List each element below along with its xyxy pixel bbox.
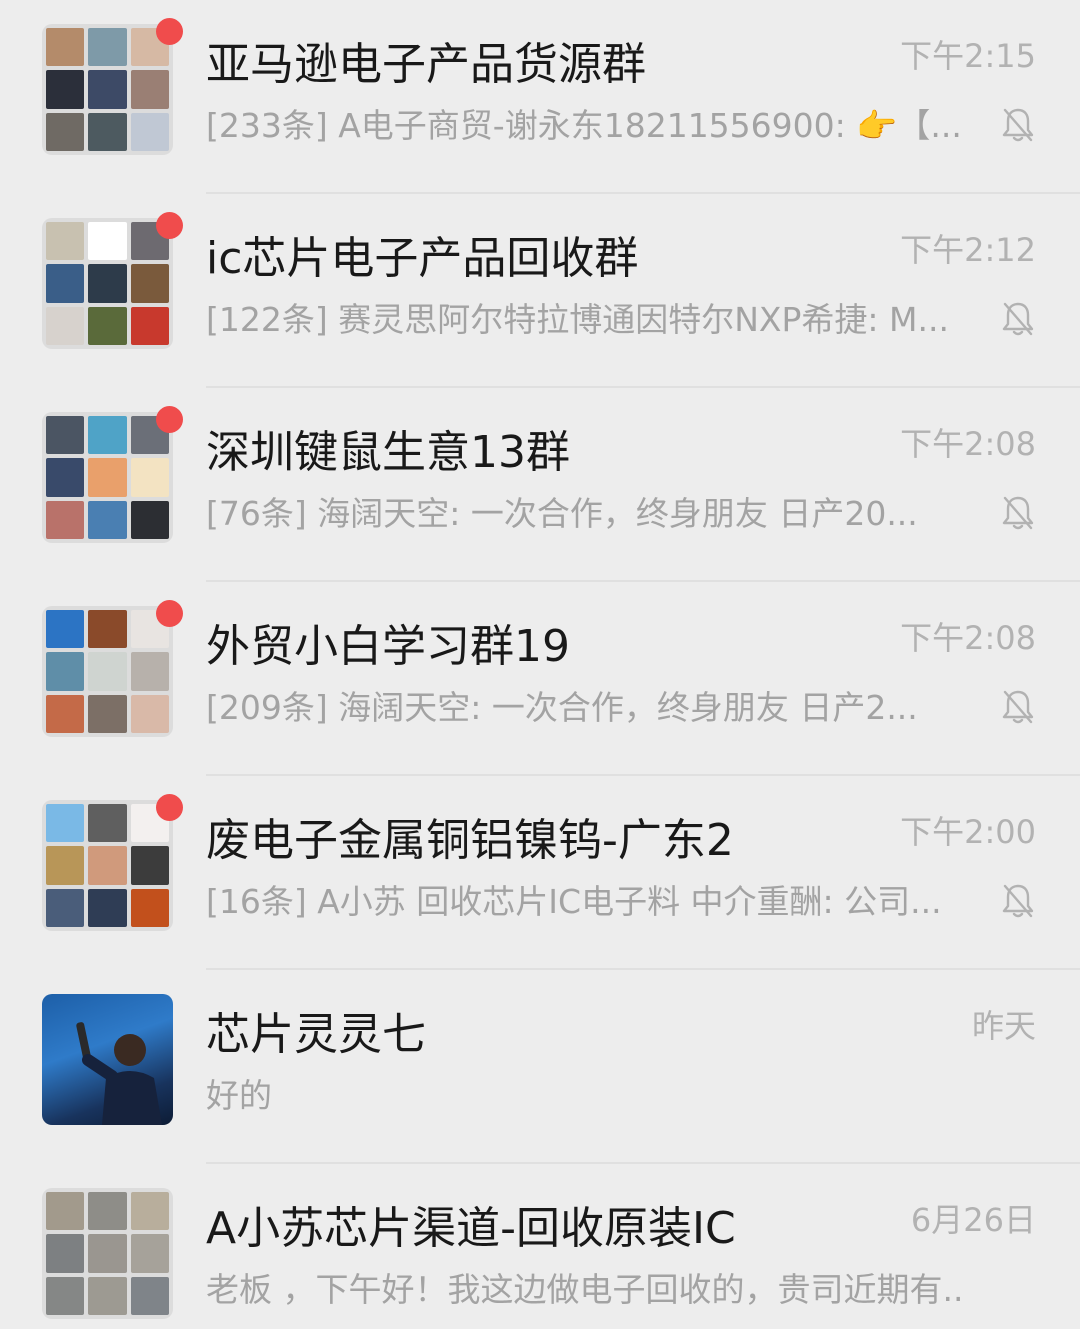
chat-preview: [233条] A电子商贸-谢永东18211556900: 👉【... bbox=[206, 106, 962, 145]
avatar-tile bbox=[88, 264, 127, 303]
contact-avatar bbox=[42, 994, 173, 1125]
chat-preview: [76条] 海阔天空: 一次合作，终身朋友 日产20... bbox=[206, 494, 918, 533]
avatar-tile bbox=[46, 458, 85, 497]
avatar-tile bbox=[130, 652, 169, 691]
chat-preview: [122条] 赛灵思阿尔特拉博通因特尔NXP希捷: M... bbox=[206, 300, 949, 339]
chat-title: 亚马逊电子产品货源群 bbox=[206, 39, 646, 90]
avatar-tile bbox=[46, 112, 85, 151]
avatar-tile bbox=[130, 694, 169, 733]
avatar-tile bbox=[88, 610, 127, 649]
avatar-tile bbox=[46, 694, 85, 733]
avatar-tile bbox=[46, 264, 85, 303]
avatar-tile bbox=[130, 70, 169, 109]
avatar-tile bbox=[130, 1276, 169, 1315]
avatar-tile bbox=[46, 416, 85, 455]
bell-off-icon bbox=[1002, 884, 1034, 918]
chat-preview: 老板 ，下午好！我这边做电子回收的，贵司近期有... bbox=[206, 1270, 966, 1309]
avatar-tile bbox=[88, 846, 127, 885]
avatar-tile bbox=[88, 1276, 127, 1315]
bell-off-icon bbox=[1002, 108, 1034, 142]
unread-dot-badge bbox=[156, 18, 183, 45]
avatar-tile bbox=[46, 610, 85, 649]
avatar-tile bbox=[88, 694, 127, 733]
chat-time: 6月26日 bbox=[910, 1201, 1036, 1239]
group-avatar bbox=[42, 800, 173, 931]
unread-dot-badge bbox=[156, 794, 183, 821]
chat-time: 下午2:08 bbox=[900, 425, 1036, 463]
avatar-tile bbox=[88, 70, 127, 109]
chat-title: 芯片灵灵七 bbox=[206, 1009, 426, 1060]
chat-time: 下午2:00 bbox=[900, 813, 1036, 851]
avatar-tile bbox=[46, 28, 85, 67]
unread-dot-badge bbox=[156, 406, 183, 433]
avatar-tile bbox=[130, 112, 169, 151]
chat-time: 昨天 bbox=[971, 1007, 1036, 1045]
chat-title: A小苏芯片渠道-回收原装IC bbox=[206, 1203, 736, 1254]
group-avatar bbox=[42, 606, 173, 737]
avatar-tile bbox=[88, 1234, 127, 1273]
group-avatar bbox=[42, 24, 173, 155]
avatar-tile bbox=[46, 804, 85, 843]
chat-time: 下午2:15 bbox=[900, 37, 1036, 75]
avatar-tile bbox=[88, 416, 127, 455]
group-avatar bbox=[42, 412, 173, 543]
avatar-tile bbox=[88, 112, 127, 151]
avatar-tile bbox=[130, 1234, 169, 1273]
chat-preview: [16条] A小苏 回收芯片IC电子料 中介重酬: 公司... bbox=[206, 882, 942, 921]
chat-row[interactable]: 芯片灵灵七 昨天 好的 bbox=[0, 970, 1080, 1164]
avatar-tile bbox=[130, 500, 169, 539]
bell-off-icon bbox=[1002, 690, 1034, 724]
avatar-tile bbox=[46, 888, 85, 927]
group-avatar bbox=[42, 218, 173, 349]
chat-list[interactable]: 亚马逊电子产品货源群 下午2:15 [233条] A电子商贸-谢永东182115… bbox=[0, 0, 1080, 1329]
unread-dot-badge bbox=[156, 212, 183, 239]
bell-off-icon bbox=[1002, 302, 1034, 336]
avatar-tile bbox=[46, 1276, 85, 1315]
unread-dot-badge bbox=[156, 600, 183, 627]
avatar-tile bbox=[46, 306, 85, 345]
avatar-tile bbox=[88, 28, 127, 67]
chat-title: 深圳键鼠生意13群 bbox=[206, 427, 570, 478]
avatar-tile bbox=[130, 1192, 169, 1231]
chat-time: 下午2:12 bbox=[900, 231, 1036, 269]
avatar-tile bbox=[130, 264, 169, 303]
avatar-tile bbox=[88, 652, 127, 691]
avatar-photo bbox=[76, 1022, 162, 1125]
avatar-tile bbox=[46, 652, 85, 691]
avatar-tile bbox=[46, 1192, 85, 1231]
avatar-tile bbox=[130, 888, 169, 927]
chat-preview: 好的 bbox=[206, 1076, 272, 1115]
avatar-tile bbox=[88, 888, 127, 927]
avatar-tile bbox=[88, 804, 127, 843]
chat-row[interactable]: 废电子金属铜铝镍钨-广东2 下午2:00 [16条] A小苏 回收芯片IC电子料… bbox=[0, 776, 1080, 970]
avatar-tile bbox=[130, 846, 169, 885]
avatar-tile bbox=[130, 458, 169, 497]
chat-preview: [209条] 海阔天空: 一次合作，终身朋友 日产2... bbox=[206, 688, 918, 727]
avatar-tile bbox=[88, 500, 127, 539]
chat-time: 下午2:08 bbox=[900, 619, 1036, 657]
avatar-tile bbox=[130, 306, 169, 345]
avatar-tile bbox=[46, 1234, 85, 1273]
chat-row[interactable]: 深圳键鼠生意13群 下午2:08 [76条] 海阔天空: 一次合作，终身朋友 日… bbox=[0, 388, 1080, 582]
avatar-tile bbox=[88, 1192, 127, 1231]
avatar-tile bbox=[46, 222, 85, 261]
avatar-tile bbox=[88, 306, 127, 345]
bell-off-icon bbox=[1002, 496, 1034, 530]
chat-row[interactable]: 外贸小白学习群19 下午2:08 [209条] 海阔天空: 一次合作，终身朋友 … bbox=[0, 582, 1080, 776]
avatar-tile bbox=[46, 846, 85, 885]
avatar-tile bbox=[46, 500, 85, 539]
chat-row[interactable]: 亚马逊电子产品货源群 下午2:15 [233条] A电子商贸-谢永东182115… bbox=[0, 0, 1080, 194]
chat-row[interactable]: ic芯片电子产品回收群 下午2:12 [122条] 赛灵思阿尔特拉博通因特尔NX… bbox=[0, 194, 1080, 388]
chat-title: 废电子金属铜铝镍钨-广东2 bbox=[206, 815, 734, 866]
chat-title: ic芯片电子产品回收群 bbox=[206, 233, 639, 284]
chat-title: 外贸小白学习群19 bbox=[206, 621, 570, 672]
avatar-tile bbox=[88, 222, 127, 261]
group-avatar bbox=[42, 1188, 173, 1319]
avatar-tile bbox=[46, 70, 85, 109]
chat-row[interactable]: A小苏芯片渠道-回收原装IC 6月26日 老板 ，下午好！我这边做电子回收的，贵… bbox=[0, 1164, 1080, 1329]
avatar-tile bbox=[88, 458, 127, 497]
